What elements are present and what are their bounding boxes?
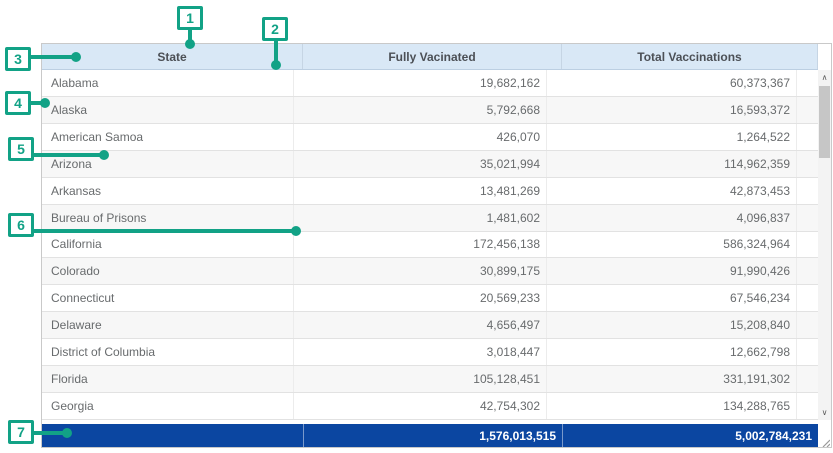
callout-3-label: 3 (14, 50, 22, 68)
callout-3-line (30, 55, 72, 59)
table-row-california[interactable]: California172,456,138586,324,964 (42, 232, 818, 259)
table-row-colorado[interactable]: Colorado30,899,17591,990,426 (42, 258, 818, 285)
footer-cell-state (42, 424, 303, 447)
callout-6-dot (291, 226, 301, 236)
cell-total: 331,191,302 (547, 366, 797, 392)
callout-7-line (34, 431, 63, 435)
callout-1-dot (185, 39, 195, 49)
table-row-alaska[interactable]: Alaska5,792,66816,593,372 (42, 97, 818, 124)
cell-state: Delaware (42, 312, 294, 338)
chevron-up-icon: ∧ (822, 74, 828, 82)
callout-5-line (34, 153, 100, 157)
table-header-row: State Fully Vacinated Total Vaccinations (42, 44, 818, 70)
cell-fully: 426,070 (294, 124, 547, 150)
cell-fully: 5,792,668 (294, 97, 547, 123)
callout-2-dot (271, 60, 281, 70)
column-header-total-vaccinations[interactable]: Total Vaccinations (562, 44, 818, 69)
cell-total: 42,873,453 (547, 178, 797, 204)
cell-total: 114,962,359 (547, 151, 797, 177)
dashboard-canvas: State Fully Vacinated Total Vaccinations… (0, 0, 833, 453)
table-row-georgia[interactable]: Georgia42,754,302134,288,765 (42, 393, 818, 420)
cell-total: 67,546,234 (547, 285, 797, 311)
cell-state: Arkansas (42, 178, 294, 204)
table-row-alabama[interactable]: Alabama19,682,16260,373,367 (42, 70, 818, 97)
cell-total: 91,990,426 (547, 258, 797, 284)
callout-5-box: 5 (8, 137, 34, 161)
cell-fully: 172,456,138 (294, 232, 547, 258)
cell-total: 60,373,367 (547, 70, 797, 96)
callout-1-label: 1 (186, 9, 194, 27)
chevron-down-icon: ∨ (822, 409, 828, 417)
cell-fully: 3,018,447 (294, 339, 547, 365)
callout-7-dot (62, 428, 72, 438)
table-row-american-samoa[interactable]: American Samoa426,0701,264,522 (42, 124, 818, 151)
cell-total: 586,324,964 (547, 232, 797, 258)
cell-total: 15,208,840 (547, 312, 797, 338)
column-header-state[interactable]: State (42, 44, 303, 69)
callout-2-box: 2 (262, 17, 288, 41)
callout-6-line (34, 229, 292, 233)
vaccination-table-widget: State Fully Vacinated Total Vaccinations… (41, 43, 832, 448)
table-row-connecticut[interactable]: Connecticut20,569,23367,546,234 (42, 285, 818, 312)
cell-state: Colorado (42, 258, 294, 284)
cell-state: Alaska (42, 97, 294, 123)
cell-total: 4,096,837 (547, 205, 797, 231)
footer-cell-total-vaccinations-total: 5,002,784,231 (562, 424, 818, 447)
table-row-delaware[interactable]: Delaware4,656,49715,208,840 (42, 312, 818, 339)
table-footer-row: 1,576,013,515 5,002,784,231 (42, 424, 818, 447)
cell-state: District of Columbia (42, 339, 294, 365)
cell-total: 134,288,765 (547, 393, 797, 419)
table-row-arkansas[interactable]: Arkansas13,481,26942,873,453 (42, 178, 818, 205)
cell-fully: 19,682,162 (294, 70, 547, 96)
cell-state: Georgia (42, 393, 294, 419)
cell-state: California (42, 232, 294, 258)
resize-grip-icon[interactable] (820, 437, 830, 447)
cell-fully: 105,128,451 (294, 366, 547, 392)
table-body-rows: Alabama19,682,16260,373,367Alaska5,792,6… (42, 70, 818, 420)
callout-3-box: 3 (5, 47, 31, 71)
table-body: Alabama19,682,16260,373,367Alaska5,792,6… (42, 70, 831, 420)
callout-2-line (274, 40, 278, 61)
cell-state: Bureau of Prisons (42, 205, 294, 231)
callout-5-label: 5 (17, 140, 25, 158)
cell-fully: 20,569,233 (294, 285, 547, 311)
callout-4-label: 4 (14, 94, 22, 112)
footer-cell-fully-vacinated-total: 1,576,013,515 (303, 424, 562, 447)
cell-state: American Samoa (42, 124, 294, 150)
vertical-scrollbar[interactable]: ∧ ∨ (818, 70, 831, 420)
scroll-down-button[interactable]: ∨ (818, 405, 831, 420)
table-row-district-of-columbia[interactable]: District of Columbia3,018,44712,662,798 (42, 339, 818, 366)
callout-1-box: 1 (177, 6, 203, 30)
scrollbar-thumb[interactable] (819, 86, 830, 158)
callout-5-dot (99, 150, 109, 160)
cell-total: 16,593,372 (547, 97, 797, 123)
cell-fully: 35,021,994 (294, 151, 547, 177)
callout-2-label: 2 (271, 20, 279, 38)
cell-total: 1,264,522 (547, 124, 797, 150)
column-header-fully-vacinated[interactable]: Fully Vacinated (303, 44, 562, 69)
scroll-up-button[interactable]: ∧ (818, 70, 831, 85)
callout-4-box: 4 (5, 91, 31, 115)
callout-4-dot (40, 98, 50, 108)
cell-fully: 4,656,497 (294, 312, 547, 338)
cell-fully: 30,899,175 (294, 258, 547, 284)
cell-state: Florida (42, 366, 294, 392)
cell-total: 12,662,798 (547, 339, 797, 365)
table-row-florida[interactable]: Florida105,128,451331,191,302 (42, 366, 818, 393)
callout-6-label: 6 (17, 216, 25, 234)
table-row-arizona[interactable]: Arizona35,021,994114,962,359 (42, 151, 818, 178)
callout-3-dot (71, 52, 81, 62)
callout-7-box: 7 (8, 420, 34, 444)
cell-fully: 1,481,602 (294, 205, 547, 231)
cell-state: Connecticut (42, 285, 294, 311)
callout-7-label: 7 (17, 423, 25, 441)
cell-state: Alabama (42, 70, 294, 96)
table-row-bureau-of-prisons[interactable]: Bureau of Prisons1,481,6024,096,837 (42, 205, 818, 232)
cell-fully: 42,754,302 (294, 393, 547, 419)
cell-fully: 13,481,269 (294, 178, 547, 204)
callout-6-box: 6 (8, 213, 34, 237)
